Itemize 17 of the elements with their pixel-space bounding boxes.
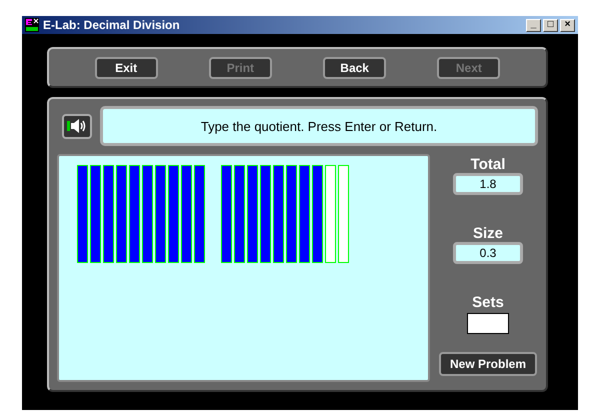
- close-button[interactable]: ×: [560, 18, 575, 32]
- window-title: E-Lab: Decimal Division: [43, 18, 181, 32]
- app-logo-icon: [25, 18, 39, 32]
- value-display: 1.8: [453, 173, 523, 195]
- field-label: Sets: [472, 294, 504, 311]
- answer-field[interactable]: [467, 313, 509, 334]
- speaker-button[interactable]: [62, 114, 92, 138]
- instruction-text: Type the quotient. Press Enter or Return.: [100, 106, 538, 146]
- minimize-button[interactable]: _: [526, 18, 541, 32]
- maximize-button[interactable]: □: [543, 18, 558, 32]
- field-label: Total: [470, 156, 506, 173]
- toolbar-button[interactable]: Back: [323, 56, 386, 78]
- value-display: 0.3: [453, 242, 523, 264]
- speaker-icon: [66, 117, 88, 135]
- toolbar-button[interactable]: Exit: [94, 56, 158, 78]
- field-label: Size: [472, 225, 503, 242]
- new-problem-button[interactable]: New Problem: [439, 352, 537, 376]
